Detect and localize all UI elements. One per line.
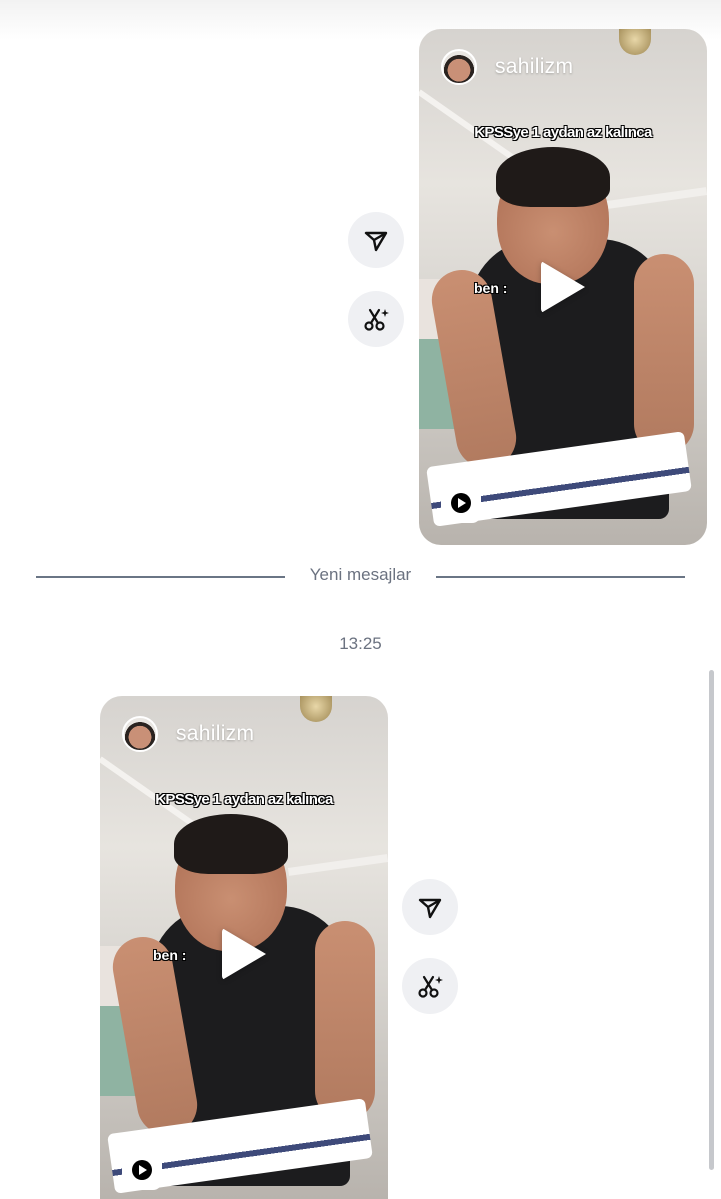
message-timestamp: 13:25 (339, 634, 382, 653)
reel-header[interactable]: sahilizm (122, 716, 254, 752)
remix-button[interactable] (348, 291, 404, 347)
shared-reel-1[interactable]: sahilizm KPSSye 1 aydan az kalınca ben : (419, 29, 707, 545)
avatar[interactable] (122, 716, 158, 752)
play-icon[interactable] (541, 261, 585, 313)
new-messages-label: Yeni mesajlar (309, 565, 412, 584)
send-icon (364, 231, 388, 252)
reel-caption-side: ben : (474, 280, 508, 296)
send-icon (418, 898, 442, 919)
remix-button[interactable] (402, 958, 458, 1014)
play-icon (132, 1160, 152, 1180)
reel-username[interactable]: sahilizm (176, 722, 254, 746)
reels-badge (441, 483, 481, 523)
reel-username[interactable]: sahilizm (495, 55, 573, 79)
avatar[interactable] (441, 49, 477, 85)
reel-header[interactable]: sahilizm (441, 49, 573, 85)
play-icon[interactable] (222, 928, 266, 980)
play-icon (451, 493, 471, 513)
share-button[interactable] (348, 212, 404, 268)
reel-caption-side: ben : (153, 947, 187, 963)
scrollbar[interactable] (709, 670, 714, 1170)
reel-caption: KPSSye 1 aydan az kalınca (155, 791, 333, 808)
scissors-sparkle-icon (364, 308, 389, 331)
share-button[interactable] (402, 879, 458, 935)
reel-caption: KPSSye 1 aydan az kalınca (474, 124, 652, 141)
reels-badge (122, 1150, 162, 1190)
shared-reel-2[interactable]: sahilizm KPSSye 1 aydan az kalınca ben : (100, 696, 388, 1199)
scissors-sparkle-icon (418, 975, 443, 998)
